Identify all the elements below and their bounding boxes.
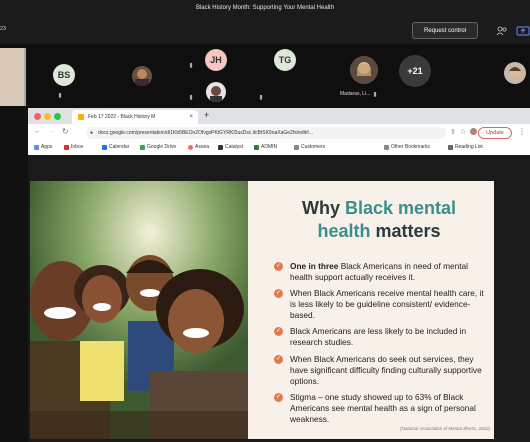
family-photo bbox=[30, 181, 248, 439]
bookmark-calendar[interactable]: Calendar bbox=[102, 144, 129, 150]
maximize-window-icon[interactable] bbox=[54, 113, 61, 120]
tab-slides[interactable]: Feb 17 2022 - Black History M × bbox=[72, 110, 198, 124]
participant-avatar-photo[interactable] bbox=[350, 56, 378, 84]
more-participants-count: +21 bbox=[407, 66, 423, 76]
meeting-title: Black History Month: Supporting Your Men… bbox=[195, 5, 335, 11]
meeting-timer: 23 bbox=[0, 26, 7, 32]
avatar-initials: TG bbox=[278, 55, 292, 65]
slide-citation: (National Association of Mental Illness,… bbox=[400, 426, 490, 431]
mic-muted-icon: ▮ bbox=[259, 95, 263, 101]
minimize-window-icon[interactable] bbox=[44, 113, 51, 120]
bullet-item: ✓ Black Americans are less likely to be … bbox=[274, 326, 467, 347]
mic-muted-icon: ▮ bbox=[189, 63, 193, 69]
other-bookmarks[interactable]: Other Bookmarks bbox=[384, 144, 430, 150]
gmail-icon bbox=[64, 144, 69, 150]
tab-title: Feb 17 2022 - Black History M bbox=[88, 114, 156, 120]
close-tab-icon[interactable]: × bbox=[189, 114, 193, 120]
check-icon: ✓ bbox=[274, 355, 283, 364]
mic-muted-icon: ▮ bbox=[189, 95, 193, 101]
folder-icon bbox=[294, 144, 299, 150]
bullet-item: ✓ Stigma – one study showed up to 63% of… bbox=[274, 392, 476, 424]
bookmark-admin[interactable]: ADMIN bbox=[254, 144, 277, 150]
apps-icon bbox=[34, 144, 39, 150]
people-icon[interactable] bbox=[496, 24, 508, 36]
participant-avatar-photo[interactable] bbox=[206, 82, 226, 102]
profile-avatar-icon[interactable] bbox=[470, 128, 477, 135]
check-icon: ✓ bbox=[274, 262, 283, 271]
avatar-initials: JH bbox=[210, 55, 222, 65]
slide-title: Why Black mental health matters bbox=[301, 198, 457, 241]
browser-window: Feb 17 2022 - Black History M × + ← → ↻ … bbox=[28, 108, 530, 442]
presentation-viewport: Why Black mental health matters ✓ One in… bbox=[28, 155, 530, 442]
check-icon: ✓ bbox=[274, 327, 283, 336]
menu-kebab-icon[interactable]: ⋮ bbox=[518, 127, 526, 136]
bookmark-catalyst[interactable]: Catalyst bbox=[218, 144, 243, 150]
share-icon[interactable] bbox=[516, 24, 530, 36]
mic-muted-icon: ▮ bbox=[58, 93, 62, 99]
bookmark-customers[interactable]: Customers bbox=[294, 144, 325, 150]
reading-list-icon bbox=[448, 144, 453, 150]
folder-icon bbox=[384, 144, 389, 150]
participant-avatar-tg[interactable]: TG bbox=[274, 49, 296, 71]
check-icon: ✓ bbox=[274, 289, 283, 298]
url-text: docs.google.com/presentation/d/1Kb5BEOn2… bbox=[98, 130, 314, 136]
bullet-item: ✓ One in three Black Americans in need o… bbox=[274, 261, 469, 282]
share-page-icon[interactable]: ⇧ bbox=[450, 128, 456, 136]
slides-icon bbox=[78, 114, 84, 120]
catalyst-icon bbox=[218, 144, 223, 150]
bookmark-google-drive[interactable]: Google Drive bbox=[140, 144, 176, 150]
address-bar[interactable]: ● docs.google.com/presentation/d/1Kb5BEO… bbox=[86, 127, 446, 139]
request-control-button[interactable]: Request control bbox=[412, 22, 478, 39]
participant-avatar-photo[interactable] bbox=[504, 62, 526, 84]
participant-avatar-bs[interactable]: BS bbox=[53, 64, 75, 86]
self-video-tile[interactable] bbox=[0, 48, 26, 106]
more-participants-badge[interactable]: +21 bbox=[399, 55, 431, 87]
asana-icon bbox=[188, 144, 193, 150]
tab-bar: Feb 17 2022 - Black History M × + bbox=[28, 108, 530, 124]
reading-list[interactable]: Reading List bbox=[448, 144, 483, 150]
participant-name: Madaras, Li... bbox=[340, 91, 371, 97]
navigation-bar: ← → ↻ ● docs.google.com/presentation/d/1… bbox=[28, 124, 530, 143]
back-icon[interactable]: ← bbox=[34, 128, 41, 135]
bookmark-apps[interactable]: Apps bbox=[34, 144, 52, 150]
new-tab-button[interactable]: + bbox=[204, 110, 209, 120]
slide[interactable]: Why Black mental health matters ✓ One in… bbox=[30, 181, 494, 439]
participant-avatar-photo[interactable] bbox=[132, 66, 152, 86]
bookmarks-bar: Apps Inbox Calendar Google Drive Asana C… bbox=[28, 142, 530, 156]
bookmark-asana[interactable]: Asana bbox=[188, 144, 209, 150]
calendar-icon bbox=[102, 144, 107, 150]
close-window-icon[interactable] bbox=[34, 113, 41, 120]
lock-icon: ● bbox=[90, 130, 94, 136]
bookmark-star-icon[interactable]: ☆ bbox=[460, 128, 466, 136]
bookmark-inbox[interactable]: Inbox bbox=[64, 144, 83, 150]
check-icon: ✓ bbox=[274, 393, 283, 402]
participant-strip bbox=[0, 44, 530, 108]
bullet-item: ✓ When Black Americans do seek out servi… bbox=[274, 354, 482, 386]
bullet-item: ✓ When Black Americans receive mental he… bbox=[274, 288, 484, 320]
update-button[interactable]: Update bbox=[478, 127, 512, 139]
forward-icon[interactable]: → bbox=[48, 128, 55, 135]
mic-muted-icon: ▮ bbox=[373, 92, 377, 98]
reload-icon[interactable]: ↻ bbox=[62, 127, 69, 136]
avatar-initials: BS bbox=[57, 70, 71, 80]
participant-avatar-jh[interactable]: JH bbox=[205, 49, 227, 71]
drive-icon bbox=[140, 144, 145, 150]
admin-icon bbox=[254, 144, 259, 150]
